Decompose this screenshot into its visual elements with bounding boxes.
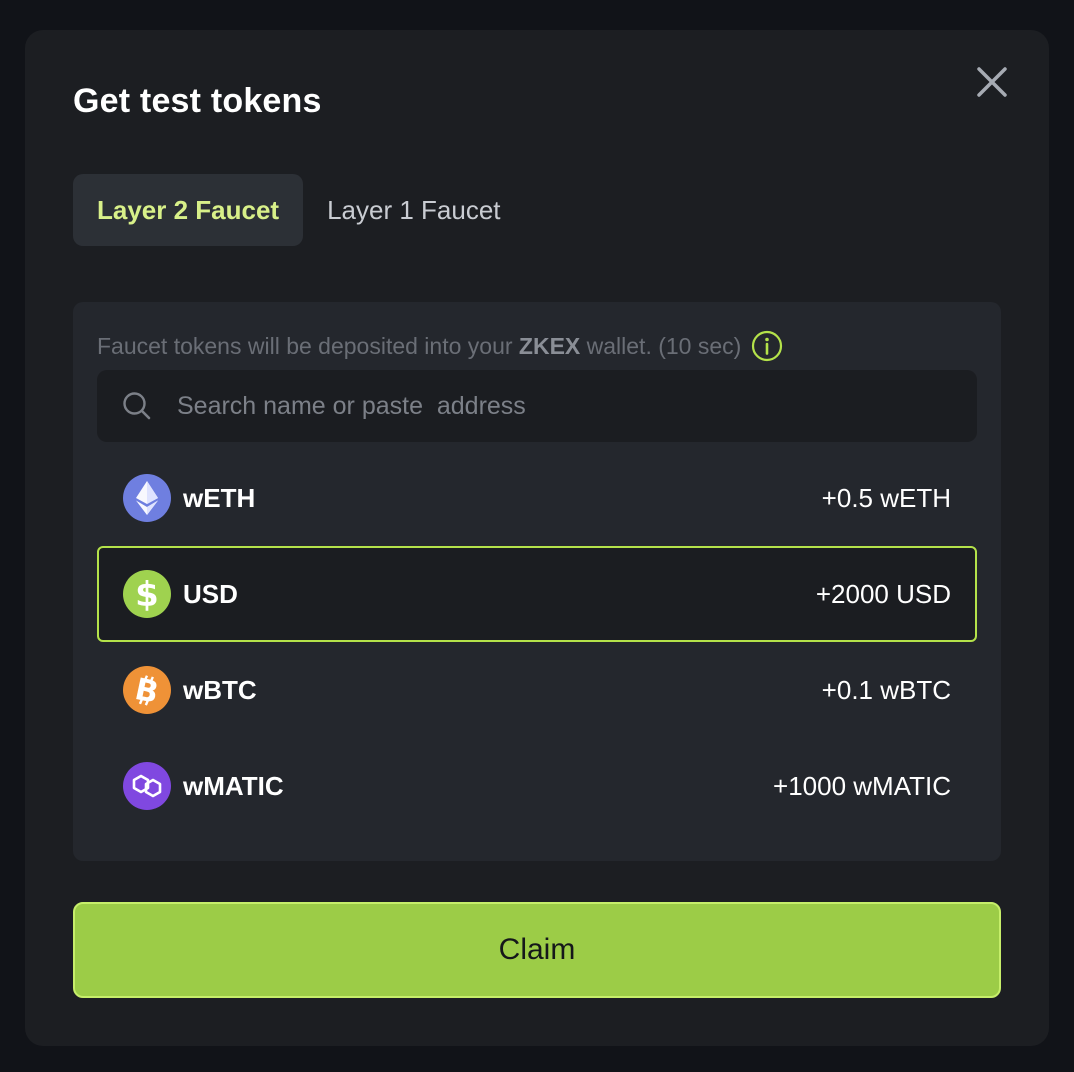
modal-title: Get test tokens <box>73 82 322 120</box>
faucet-tabs: Layer 2 Faucet Layer 1 Faucet <box>73 174 525 246</box>
faucet-panel: Faucet tokens will be deposited into you… <box>73 302 1001 861</box>
token-row-wmatic[interactable]: wMATIC +1000 wMATIC <box>97 738 977 834</box>
token-row-usd[interactable]: $ USD +2000 USD <box>97 546 977 642</box>
bitcoin-icon: B <box>123 666 171 714</box>
token-amount: +2000 USD <box>815 578 951 609</box>
token-row-weth[interactable]: wETH +0.5 wETH <box>97 450 977 546</box>
info-icon[interactable] <box>751 330 783 362</box>
token-symbol: wBTC <box>183 674 257 705</box>
token-symbol: wETH <box>183 482 256 513</box>
close-icon <box>977 67 1007 97</box>
token-amount: +0.5 wETH <box>821 482 951 513</box>
polygon-icon <box>123 762 171 810</box>
token-row-wbtc[interactable]: B wBTC +0.1 wBTC <box>97 642 977 738</box>
notice-suffix: wallet. (10 sec) <box>580 332 742 359</box>
search-icon <box>123 392 151 420</box>
tab-layer-2-faucet[interactable]: Layer 2 Faucet <box>73 174 304 246</box>
close-button[interactable] <box>973 63 1011 101</box>
token-symbol: USD <box>183 578 238 609</box>
token-amount: +0.1 wBTC <box>821 674 951 705</box>
get-test-tokens-modal: Get test tokens Layer 2 Faucet Layer 1 F… <box>25 30 1049 1046</box>
token-symbol: wMATIC <box>183 770 284 801</box>
svg-text:$: $ <box>135 576 159 612</box>
notice-wallet-name: ZKEX <box>518 332 581 359</box>
token-search <box>97 370 977 442</box>
dollar-icon: $ <box>123 570 171 618</box>
notice-prefix: Faucet tokens will be deposited into you… <box>97 332 519 359</box>
tab-layer-1-faucet[interactable]: Layer 1 Faucet <box>303 174 524 246</box>
claim-button[interactable]: Claim <box>73 902 1001 998</box>
token-amount: +1000 wMATIC <box>773 770 951 801</box>
ethereum-icon <box>123 474 171 522</box>
search-input[interactable] <box>175 375 977 437</box>
deposit-notice: Faucet tokens will be deposited into you… <box>97 330 783 362</box>
